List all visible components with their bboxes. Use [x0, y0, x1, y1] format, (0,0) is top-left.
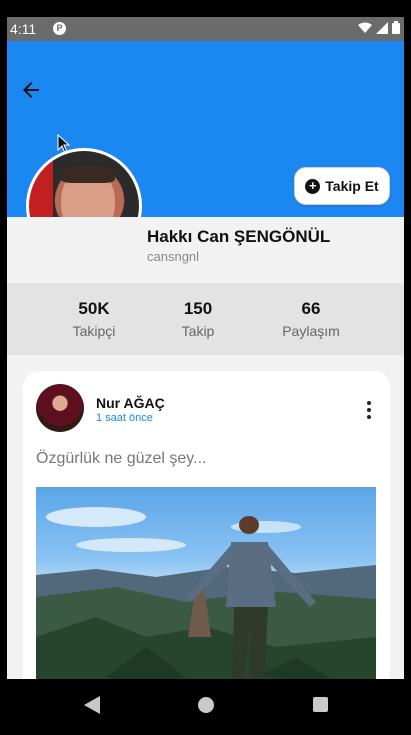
post-author-avatar[interactable]	[36, 384, 84, 432]
profile-name: Hakkı Can ŞENGÖNÜL	[147, 227, 331, 246]
android-navigation-bar	[0, 679, 411, 735]
post-text: Özgürlük ne güzel şey...	[36, 450, 207, 467]
follow-button[interactable]: + Takip Et	[294, 167, 390, 205]
battery-icon	[392, 21, 400, 34]
avatar-hair	[61, 165, 115, 183]
stat-followers[interactable]: 50K Takipçi	[49, 299, 139, 339]
stat-label: Takipçi	[72, 323, 116, 339]
app-notification-icon: P	[53, 22, 66, 35]
stat-posts[interactable]: 66 Paylaşım	[266, 299, 356, 339]
profile-header: Hakkı Can ŞENGÖNÜL cansngnl	[7, 217, 404, 283]
home-circle-icon[interactable]	[198, 697, 214, 713]
status-bar: 4:11 P	[7, 17, 404, 41]
app-screen: 4:11 P + Takip Et Hakkı Can ŞENGÖNÜL can…	[7, 17, 404, 735]
more-vertical-icon[interactable]	[364, 401, 374, 419]
status-time: 4:11	[10, 21, 37, 37]
signal-icon	[376, 21, 388, 34]
stat-label: Takip	[181, 323, 215, 339]
stat-value: 50K	[78, 299, 110, 318]
stat-following[interactable]: 150 Takip	[153, 299, 243, 339]
system-icons	[358, 21, 400, 34]
arrow-left-icon[interactable]	[19, 78, 43, 102]
plus-circle-icon: +	[305, 178, 321, 194]
post-timestamp: 1 saat önce	[96, 412, 153, 424]
back-triangle-icon[interactable]	[84, 696, 100, 714]
recents-square-icon[interactable]	[313, 697, 328, 712]
wifi-icon	[358, 22, 372, 33]
profile-username: cansngnl	[147, 249, 200, 264]
follow-button-label: Takip Et	[325, 178, 379, 194]
stat-label: Paylaşım	[282, 323, 340, 339]
stat-value: 66	[301, 299, 321, 318]
post-author-name[interactable]: Nur AĞAÇ	[96, 395, 165, 411]
stat-value: 150	[183, 299, 213, 318]
profile-stats: 50K Takipçi 150 Takip 66 Paylaşım	[7, 283, 404, 355]
